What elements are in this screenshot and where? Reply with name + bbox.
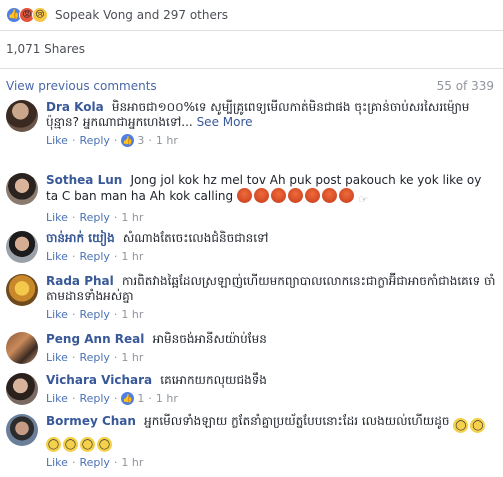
reply-button[interactable]: Reply	[79, 210, 109, 225]
comment: Rada Phal ការពិតវាងឆ្អៃដែលស្រឡាញ់ហើយមកព្…	[6, 274, 496, 322]
like-button[interactable]: Like	[46, 391, 68, 406]
reply-button[interactable]: Reply	[79, 307, 109, 322]
like-count-icon: 👍	[121, 392, 135, 405]
see-more-link[interactable]: See More	[197, 115, 253, 129]
divider	[0, 30, 503, 31]
comment: Bormey Chan អ្នកមើលទាំងឡាយ ក្លតែនាំគ្នាប…	[6, 414, 496, 470]
scream-emoji-icon: ◯	[453, 418, 469, 433]
comment-time[interactable]: 1 hr	[156, 133, 178, 148]
reactions-summary[interactable]: Sopeak Vong and 297 others	[55, 8, 228, 22]
scream-emoji-icon: ◯	[63, 437, 78, 452]
comment-text: អាមិនចង់អានីសយ៉ាប់មែន	[152, 332, 267, 346]
avatar[interactable]	[6, 414, 38, 446]
comment-author[interactable]: Rada Phal	[46, 274, 118, 288]
like-count-icon: 👍	[121, 134, 135, 147]
like-button[interactable]: Like	[46, 210, 68, 225]
comment-time[interactable]: 1 hr	[121, 249, 143, 264]
comment-author[interactable]: Peng Ann Real	[46, 332, 149, 346]
reaction-icons[interactable]: 👍 😡 😢	[6, 7, 48, 23]
like-button[interactable]: Like	[46, 455, 68, 470]
avatar[interactable]	[6, 100, 38, 132]
avatar[interactable]	[6, 274, 38, 306]
view-previous-comments-link[interactable]: View previous comments	[6, 79, 157, 93]
like-button[interactable]: Like	[46, 249, 68, 264]
angry-emoji-icon	[304, 188, 320, 203]
avatar[interactable]	[6, 173, 38, 205]
scream-emoji-icon: ◯	[46, 437, 61, 452]
angry-emoji-icon	[270, 188, 286, 203]
reply-button[interactable]: Reply	[79, 249, 109, 264]
avatar[interactable]	[6, 332, 38, 364]
comment-author[interactable]: Dra Kola	[46, 100, 108, 114]
comment-time[interactable]: 1 hr	[121, 455, 143, 470]
avatar[interactable]	[6, 231, 38, 263]
comments-header: View previous comments 55 of 339	[6, 79, 494, 93]
like-count[interactable]: 3	[137, 133, 144, 148]
comment-author[interactable]: ចាន់អាក់ យៀង	[46, 231, 119, 245]
comment-emojis: ☞	[236, 188, 373, 206]
comment-author[interactable]: Sothea Lun	[46, 173, 127, 187]
reactions-bar: 👍 😡 😢 Sopeak Vong and 297 others	[0, 0, 503, 30]
reply-button[interactable]: Reply	[79, 350, 109, 365]
comment: Dra Kola មិនអាចជា១០០%ទេ សូម្បីគ្រូពេទ្យម…	[6, 100, 496, 148]
comment-text: មិនអាចជា១០០%ទេ សូម្បីគ្រូពេទ្យមើលកាត់មិន…	[46, 100, 470, 129]
angry-emoji-icon	[338, 188, 354, 203]
scream-emoji-icon: ◯	[97, 437, 112, 452]
comment-time[interactable]: 1 hr	[156, 391, 178, 406]
scream-emoji-icon: ◯	[470, 418, 486, 433]
reply-button[interactable]: Reply	[79, 133, 109, 148]
reply-button[interactable]: Reply	[79, 391, 109, 406]
like-button[interactable]: Like	[46, 133, 68, 148]
comment: Sothea Lun Jong jol kok hz mel tov Ah pu…	[6, 173, 496, 225]
avatar[interactable]	[6, 373, 38, 405]
comment: Peng Ann Real អាមិនចង់អានីសយ៉ាប់មែន Like…	[6, 332, 496, 365]
angry-emoji-icon	[321, 188, 337, 203]
pointing-hand-icon: ☞	[358, 193, 369, 206]
angry-emoji-icon	[253, 188, 269, 203]
comment-author[interactable]: Vichara Vichara	[46, 373, 156, 387]
like-button[interactable]: Like	[46, 350, 68, 365]
comment-author[interactable]: Bormey Chan	[46, 414, 140, 428]
comment-time[interactable]: 1 hr	[121, 210, 143, 225]
comment-time[interactable]: 1 hr	[121, 350, 143, 365]
angry-emoji-icon	[236, 188, 252, 203]
comment-text: អ្នកមើលទាំងឡាយ ក្លតែនាំគ្នាប្រយ័ត្នបែបនោ…	[144, 414, 450, 428]
comment-text: សំណាងតែចេះលេងជំនិចជានទៅ	[122, 231, 269, 245]
scream-emoji-icon: ◯	[80, 437, 95, 452]
like-button[interactable]: Like	[46, 307, 68, 322]
like-count[interactable]: 1	[137, 391, 144, 406]
reply-button[interactable]: Reply	[79, 455, 109, 470]
comment: ចាន់អាក់ យៀង សំណាងតែចេះលេងជំនិចជានទៅ Lik…	[6, 231, 496, 264]
sad-icon: 😢	[32, 7, 48, 23]
comment: Vichara Vichara គេអោកយកលុយជងទឹង Like · R…	[6, 373, 496, 406]
angry-emoji-icon	[287, 188, 303, 203]
shares-count[interactable]: 1,071 Shares	[6, 42, 85, 56]
comments-count: 55 of 339	[436, 79, 494, 93]
divider	[0, 68, 503, 69]
comment-text: គេអោកយកលុយជងទឹង	[160, 373, 267, 387]
comment-time[interactable]: 1 hr	[121, 307, 143, 322]
